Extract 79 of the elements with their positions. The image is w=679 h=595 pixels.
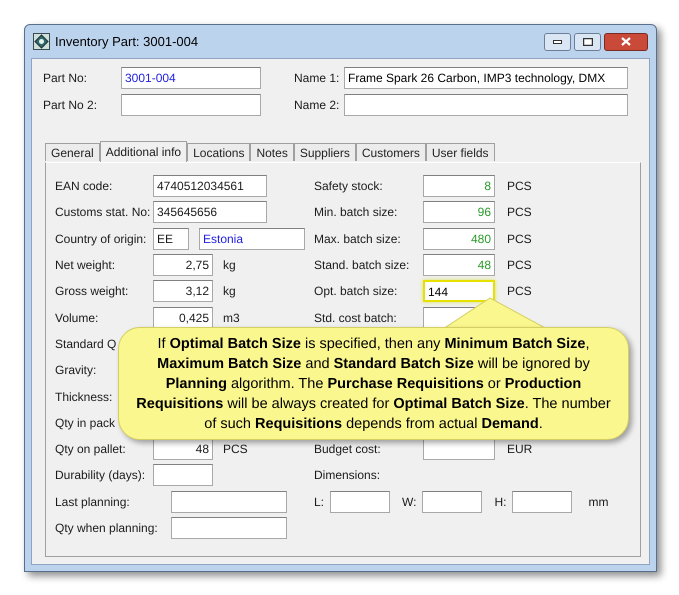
- field-label: Part No 2:: [43, 97, 98, 114]
- close-button[interactable]: [604, 32, 648, 50]
- field-label: Max. batch size:: [314, 230, 402, 248]
- field-label: Opt. batch size:: [314, 283, 398, 300]
- field-label: Name 1:: [294, 70, 340, 87]
- input-field[interactable]: [423, 438, 495, 460]
- input-field[interactable]: 48: [153, 438, 213, 460]
- input-field[interactable]: 3001-004: [121, 67, 261, 89]
- tab[interactable]: Suppliers: [294, 143, 356, 161]
- input-field[interactable]: 3,12: [153, 280, 213, 302]
- field-label: Qty in pack: [55, 414, 116, 432]
- unit-label: EUR: [507, 441, 532, 458]
- input-field[interactable]: 4740512034561: [153, 175, 267, 198]
- tab[interactable]: User fields: [426, 143, 495, 161]
- tab[interactable]: General: [45, 143, 100, 161]
- field-label: Volume:: [55, 310, 100, 327]
- tab[interactable]: Locations: [187, 143, 250, 161]
- input-field[interactable]: Estonia: [199, 228, 305, 250]
- unit-label: PCS: [223, 441, 248, 458]
- maximize-button[interactable]: [574, 32, 601, 50]
- input-field[interactable]: EE: [153, 228, 189, 250]
- unit-label: PCS: [507, 230, 532, 248]
- minimize-icon: [553, 40, 562, 44]
- field-label: L:: [314, 494, 324, 511]
- unit-label: kg: [223, 257, 236, 274]
- callout-text: If Optimal Batch Size is specified, then any Minimum Batch Size, Maximum Batch Size and Standard Batch Size will be ignored by Planning algorithm. The Purchase Requisitions or Production Requisitions will be always created for Optimal Batch Size. The number of such Requisitions depends from actual Demand.: [135, 334, 612, 434]
- field-label: Dimensions:: [314, 467, 380, 484]
- field-label: Min. batch size:: [314, 204, 398, 222]
- input-field[interactable]: 144: [423, 280, 495, 302]
- input-field[interactable]: [330, 490, 390, 513]
- input-field[interactable]: 8: [423, 175, 495, 198]
- unit-label: PCS: [507, 178, 532, 196]
- field-label: Country of origin:: [55, 230, 148, 248]
- field-label: Gravity:: [55, 362, 98, 380]
- field-label: Gross weight:: [55, 283, 130, 300]
- unit-label: PCS: [507, 204, 532, 222]
- app-icon: [33, 33, 50, 50]
- input-field[interactable]: [171, 490, 287, 513]
- input-field[interactable]: 0,425: [153, 306, 213, 329]
- unit-label: PCS: [507, 283, 532, 300]
- tab[interactable]: Notes: [250, 143, 294, 161]
- close-icon: [621, 37, 631, 46]
- field-label: H:: [494, 494, 506, 511]
- input-field[interactable]: [422, 490, 482, 513]
- field-label: Qty when planning:: [55, 520, 159, 537]
- field-label: Stand. batch size:: [314, 257, 410, 274]
- unit-label: mm: [588, 494, 608, 511]
- input-field[interactable]: [344, 94, 628, 116]
- unit-label: kg: [223, 283, 236, 300]
- input-field[interactable]: [171, 517, 287, 539]
- window-title: Inventory Part: 3001-004: [55, 32, 198, 51]
- tab[interactable]: Customers: [356, 143, 426, 161]
- input-field[interactable]: Frame Spark 26 Carbon, IMP3 technology, DMX: [344, 67, 628, 89]
- restore-icon: [582, 38, 592, 46]
- input-field[interactable]: 48: [423, 254, 495, 276]
- field-label: Qty on pallet:: [55, 441, 127, 458]
- field-label: Standard Q: [55, 336, 118, 353]
- field-label: Net weight:: [55, 257, 116, 274]
- unit-label: m3: [223, 310, 240, 327]
- field-label: W:: [402, 494, 416, 511]
- field-label: Name 2:: [294, 97, 340, 114]
- input-field[interactable]: 480: [423, 228, 495, 250]
- unit-label: PCS: [507, 257, 532, 274]
- input-field[interactable]: 345645656: [153, 201, 267, 224]
- field-label: EAN code:: [55, 178, 114, 196]
- field-label: Safety stock:: [314, 178, 384, 196]
- input-field[interactable]: 2,75: [153, 254, 213, 276]
- input-field[interactable]: [512, 490, 572, 513]
- field-label: Budget cost:: [314, 441, 382, 458]
- tab[interactable]: Additional info: [100, 141, 188, 162]
- field-label: Durability (days):: [55, 467, 146, 484]
- field-label: Part No:: [43, 70, 88, 87]
- input-field[interactable]: [153, 464, 213, 486]
- field-label: Last planning:: [55, 494, 131, 511]
- field-label: Customs stat. No:: [55, 204, 152, 222]
- field-label: Std. cost batch:: [314, 310, 398, 327]
- input-field[interactable]: [121, 94, 261, 116]
- minimize-button[interactable]: [544, 32, 571, 50]
- input-field[interactable]: 96: [423, 201, 495, 224]
